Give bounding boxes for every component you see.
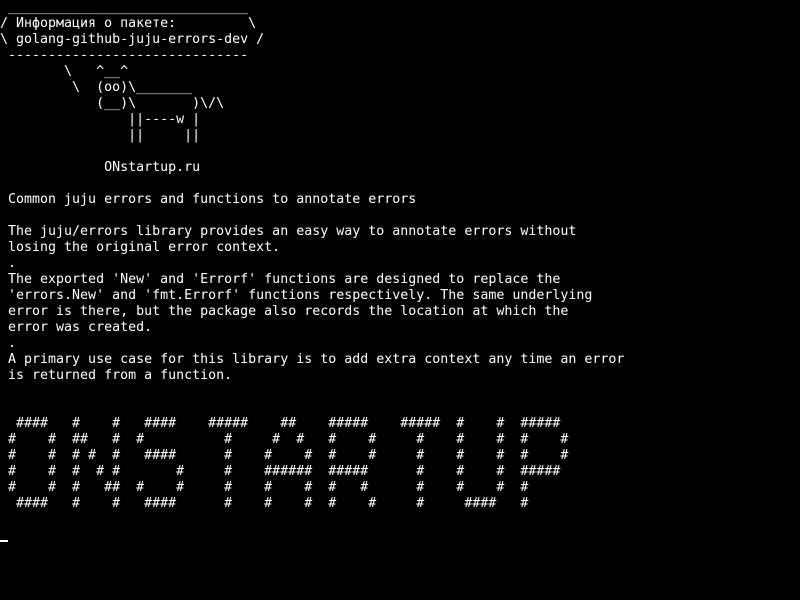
description-line: A primary use case for this library is t…: [0, 352, 625, 367]
banner-art-line: # # # # # #### # # # # # # # # # #: [0, 448, 569, 463]
cow-art-line: \ (oo)\_______: [0, 80, 193, 95]
terminal-output: ______________________________ / Информа…: [0, 0, 800, 512]
banner-art-line: # # # ## # # # # # # # # # # #: [0, 480, 529, 495]
package-summary: Common juju errors and functions to anno…: [0, 192, 417, 207]
description-line: error is there, but the package also rec…: [0, 304, 569, 319]
description-separator: .: [0, 256, 17, 271]
description-line: 'errors.New' and 'fmt.Errorf' functions …: [0, 288, 593, 303]
description-line: error was created.: [0, 320, 153, 335]
cow-art-line: (__)\ )\/\: [0, 96, 225, 111]
site-name: ONstartup.ru: [0, 160, 201, 175]
terminal-window[interactable]: ______________________________ / Информа…: [0, 0, 800, 600]
description-line: is returned from a function.: [0, 368, 233, 383]
description-line: The juju/errors library provides an easy…: [0, 224, 577, 239]
cow-art-line: \ ^__^: [0, 64, 129, 79]
description-line: The exported 'New' and 'Errorf' function…: [0, 272, 561, 287]
banner-art-line: # # # # # # # ###### ##### # # # #####: [0, 464, 561, 479]
text-cursor: [0, 540, 8, 542]
cowsay-bubble-top: ______________________________: [0, 0, 249, 15]
description-line: losing the original error context.: [0, 240, 281, 255]
banner-art-line: #### # # #### ##### ## ##### ##### # # #…: [0, 416, 561, 431]
cowsay-bubble-line-1: / Информация о пакете: \: [0, 16, 257, 31]
cowsay-bubble-bottom: ------------------------------: [0, 48, 249, 63]
cow-art-line: ||----w |: [0, 112, 201, 127]
cow-art-line: || ||: [0, 128, 201, 143]
cowsay-bubble-line-2: \ golang-github-juju-errors-dev /: [0, 32, 265, 47]
banner-art-line: #### # # #### # # # # # # #### #: [0, 496, 529, 511]
banner-art-line: # # ## # # # # # # # # # # # #: [0, 432, 569, 447]
description-separator: .: [0, 336, 17, 351]
